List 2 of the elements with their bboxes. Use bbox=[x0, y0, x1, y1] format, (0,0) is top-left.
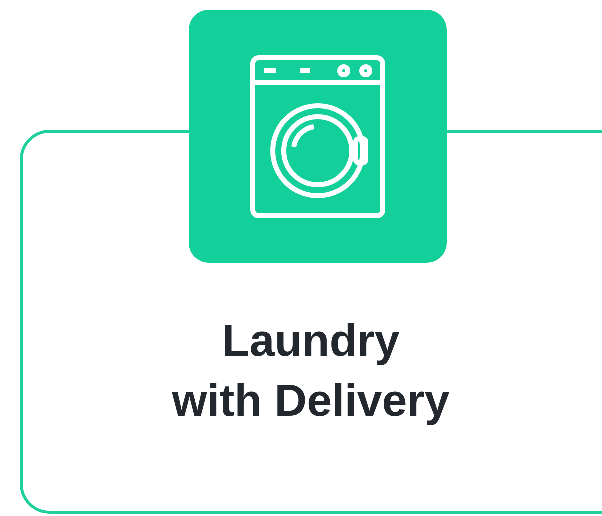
card-title: Laundry with Delivery bbox=[171, 314, 451, 428]
washing-machine-icon bbox=[250, 54, 386, 218]
